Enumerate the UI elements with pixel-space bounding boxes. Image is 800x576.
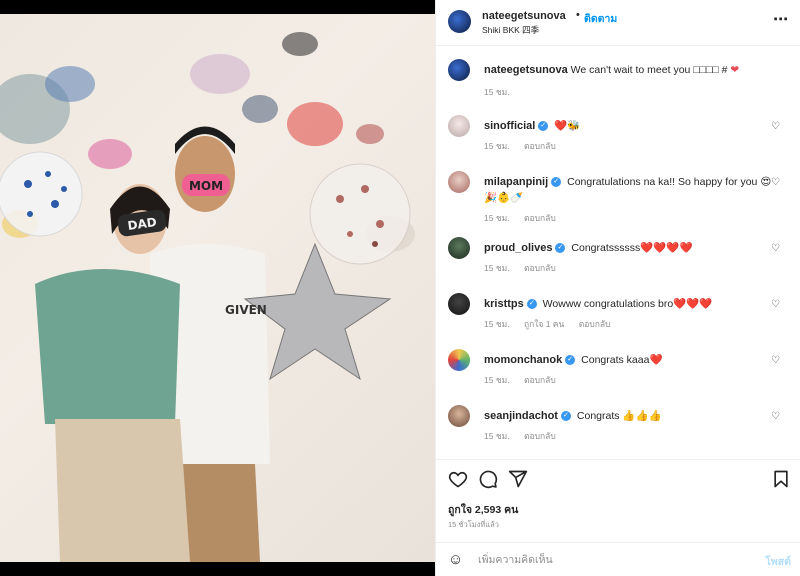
reply-button[interactable]: ตอบกลับ <box>524 431 556 441</box>
comment-body: Congrats 👍👍👍 <box>576 410 662 422</box>
verified-badge-icon: ✓ <box>565 355 576 366</box>
verified-badge-icon: ✓ <box>560 411 571 422</box>
author-username[interactable]: nateegetsunova <box>482 10 566 22</box>
comment-like-heart-icon[interactable]: ♡ <box>771 243 780 254</box>
comment-avatar[interactable] <box>448 349 470 371</box>
comment-avatar[interactable] <box>448 405 470 427</box>
comment-item: seanjindachot ✓ Congrats 👍👍👍 15 ชม. ตอบกล… <box>448 405 788 451</box>
verified-badge-icon: ✓ <box>526 299 537 310</box>
post-sidebar: nateegetsunova • ติดตาม Shiki BKK 四季 ⋯ n… <box>435 0 800 576</box>
comment-meta: 15 ชม. ตอบกลับ <box>484 139 568 153</box>
comment-username[interactable]: milapanpinij <box>484 176 548 188</box>
comment-time: 15 ชม. <box>484 375 510 385</box>
follow-button[interactable]: ติดตาม <box>584 10 617 27</box>
comments-list: nateegetsunova We can't wait to meet you… <box>436 47 800 458</box>
header-dot: • <box>576 9 580 21</box>
comment-body: Congrats kaaa❤️ <box>581 354 663 366</box>
post-actions: ถูกใจ 2,593 คน 15 ชั่วโมงที่แล้ว ☺ โพสต์ <box>436 459 800 576</box>
reply-button[interactable]: ตอบกลับ <box>524 141 556 151</box>
comment-text: milapanpinij ✓ Congratulations na ka!! So… <box>484 174 774 206</box>
comment-time: 15 ชม. <box>484 263 510 273</box>
comment-like-heart-icon[interactable]: ♡ <box>771 411 780 422</box>
mom-sign-text: MOM <box>189 179 223 193</box>
comment-time: 15 ชม. <box>484 141 510 151</box>
comment-time: 15 ชม. <box>484 213 510 223</box>
caption-heart: ❤ <box>730 64 740 76</box>
comment-time: 15 ชม. <box>484 319 510 329</box>
comment-avatar[interactable] <box>448 293 470 315</box>
comment-username[interactable]: seanjindachot <box>484 410 558 422</box>
comment-avatar[interactable] <box>448 115 470 137</box>
caption: nateegetsunova We can't wait to meet you… <box>448 59 788 99</box>
verified-badge-icon: ✓ <box>538 121 549 132</box>
comment-like-heart-icon[interactable]: ♡ <box>771 121 780 132</box>
location-link[interactable]: Shiki BKK 四季 <box>482 24 539 36</box>
caption-username[interactable]: nateegetsunova <box>484 64 568 76</box>
comment-username[interactable]: momonchanok <box>484 354 562 366</box>
author-avatar[interactable] <box>448 10 471 33</box>
comment-input[interactable] <box>478 550 738 570</box>
like-heart-icon[interactable] <box>448 469 468 489</box>
comment-text: kristtps ✓ Wowww congratulations bro❤️❤️❤… <box>484 296 774 312</box>
comment-body: Wowww congratulations bro❤️❤️❤️ <box>542 298 713 310</box>
comment-bubble-icon[interactable] <box>478 469 498 489</box>
instagram-post: MOM DAD GIVEN nateegetsunova • ติดตาม Sh… <box>0 0 800 576</box>
comment-item: kristtps ✓ Wowww congratulations bro❤️❤️❤… <box>448 293 788 339</box>
post-media: MOM DAD GIVEN <box>0 0 435 576</box>
comment-item: proud_olives ✓ Congratssssss❤️❤️❤️❤️ 15 ช… <box>448 237 788 283</box>
post-header: nateegetsunova • ติดตาม Shiki BKK 四季 ⋯ <box>436 0 800 46</box>
caption-text: nateegetsunova We can't wait to meet you… <box>484 62 774 78</box>
comment-body: ❤️🐝 <box>554 120 581 132</box>
caption-avatar[interactable] <box>448 59 470 81</box>
comment-text: momonchanok ✓ Congrats kaaa❤️ <box>484 352 774 368</box>
comment-avatar[interactable] <box>448 171 470 193</box>
comment-text: sinofficial ✓ ❤️🐝 <box>484 118 774 134</box>
comment-meta: 15 ชม. ตอบกลับ <box>484 211 568 225</box>
caption-time: 15 ชม. <box>484 87 510 97</box>
reply-button[interactable]: ตอบกลับ <box>524 213 556 223</box>
emoji-picker-icon[interactable]: ☺ <box>448 551 463 568</box>
comment-like-heart-icon[interactable]: ♡ <box>771 299 780 310</box>
reply-button[interactable]: ตอบกลับ <box>524 263 556 273</box>
caption-body: We can't wait to meet you □□□□ # <box>570 64 728 76</box>
comment-item: sinofficial ✓ ❤️🐝 15 ชม. ตอบกลับ ♡ <box>448 115 788 161</box>
post-photo[interactable]: MOM DAD GIVEN <box>0 14 435 562</box>
comment-meta: 15 ชม. ตอบกลับ <box>484 429 568 443</box>
comment-username[interactable]: kristtps <box>484 298 524 310</box>
comment-meta: 15 ชม. ตอบกลับ <box>484 373 568 387</box>
add-comment-bar: ☺ โพสต์ <box>436 542 800 576</box>
verified-badge-icon: ✓ <box>555 243 566 254</box>
share-send-icon[interactable] <box>508 469 528 489</box>
verified-badge-icon: ✓ <box>551 177 562 188</box>
couple-photo-illustration: MOM DAD GIVEN <box>0 32 415 562</box>
post-comment-button[interactable]: โพสต์ <box>765 553 791 570</box>
comment-username[interactable]: proud_olives <box>484 242 552 254</box>
comment-item: milapanpinij ✓ Congratulations na ka!! So… <box>448 171 788 227</box>
comment-item: momonchanok ✓ Congrats kaaa❤️ 15 ชม. ตอบก… <box>448 349 788 395</box>
comment-username[interactable]: sinofficial <box>484 120 535 132</box>
reply-button[interactable]: ตอบกลับ <box>579 319 611 329</box>
shirt-text: GIVEN <box>225 303 267 317</box>
comment-text: seanjindachot ✓ Congrats 👍👍👍 <box>484 408 774 424</box>
post-time: 15 ชั่วโมงที่แล้ว <box>448 520 499 529</box>
comment-avatar[interactable] <box>448 237 470 259</box>
ellipsis-icon[interactable]: ⋯ <box>773 10 789 28</box>
comment-like-heart-icon[interactable]: ♡ <box>771 355 780 366</box>
comment-meta: 15 ชม. ถูกใจ 1 คน ตอบกลับ <box>484 317 622 331</box>
comment-time: 15 ชม. <box>484 431 510 441</box>
comment-body: Congratssssss❤️❤️❤️❤️ <box>571 242 693 254</box>
comment-like-heart-icon[interactable]: ♡ <box>771 177 780 188</box>
likes-count[interactable]: ถูกใจ 2,593 คน <box>448 501 518 518</box>
caption-meta: 15 ชม. <box>484 85 522 99</box>
comment-text: proud_olives ✓ Congratssssss❤️❤️❤️❤️ <box>484 240 774 256</box>
comment-meta: 15 ชม. ตอบกลับ <box>484 261 568 275</box>
comment-likes-count[interactable]: ถูกใจ 1 คน <box>524 319 564 329</box>
reply-button[interactable]: ตอบกลับ <box>524 375 556 385</box>
bookmark-icon[interactable] <box>771 469 791 489</box>
